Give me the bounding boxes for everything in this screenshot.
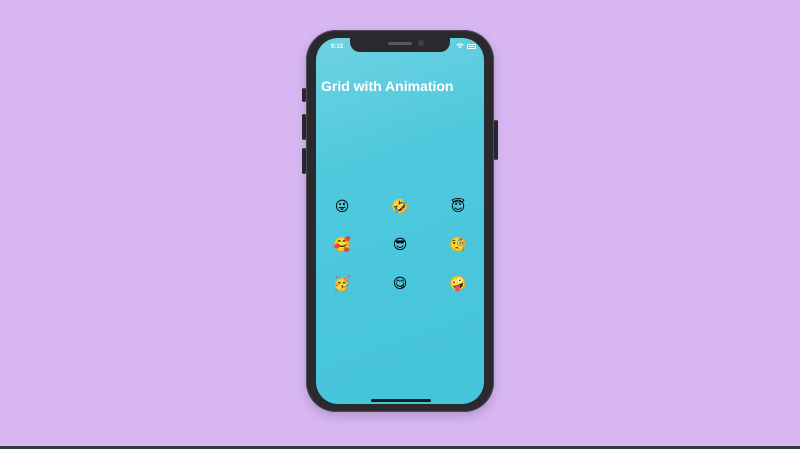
home-indicator[interactable] [371,399,431,402]
power-button [494,120,498,160]
notch [350,38,450,52]
emoji-cell[interactable]: 😎 [391,236,409,254]
emoji-cell[interactable]: 🤪 [449,275,467,293]
status-icons [456,43,476,49]
wifi-icon [456,43,464,49]
emoji-cell[interactable]: 🥰 [333,236,351,254]
battery-icon [467,43,476,49]
screen-title: Grid with Animation [321,78,454,94]
emoji-cell[interactable]: 🥳 [333,275,351,293]
emoji-cell[interactable]: 😇 [449,198,467,216]
status-time: 9:13 [331,44,344,50]
emoji-cell[interactable]: 😋 [391,275,409,293]
camera-icon [418,40,424,46]
emoji-cell[interactable]: 🧐 [449,236,467,254]
emoji-cell[interactable]: 😜 [333,198,351,216]
emoji-cell[interactable]: 🤣 [391,198,409,216]
speaker-grille [388,42,412,45]
